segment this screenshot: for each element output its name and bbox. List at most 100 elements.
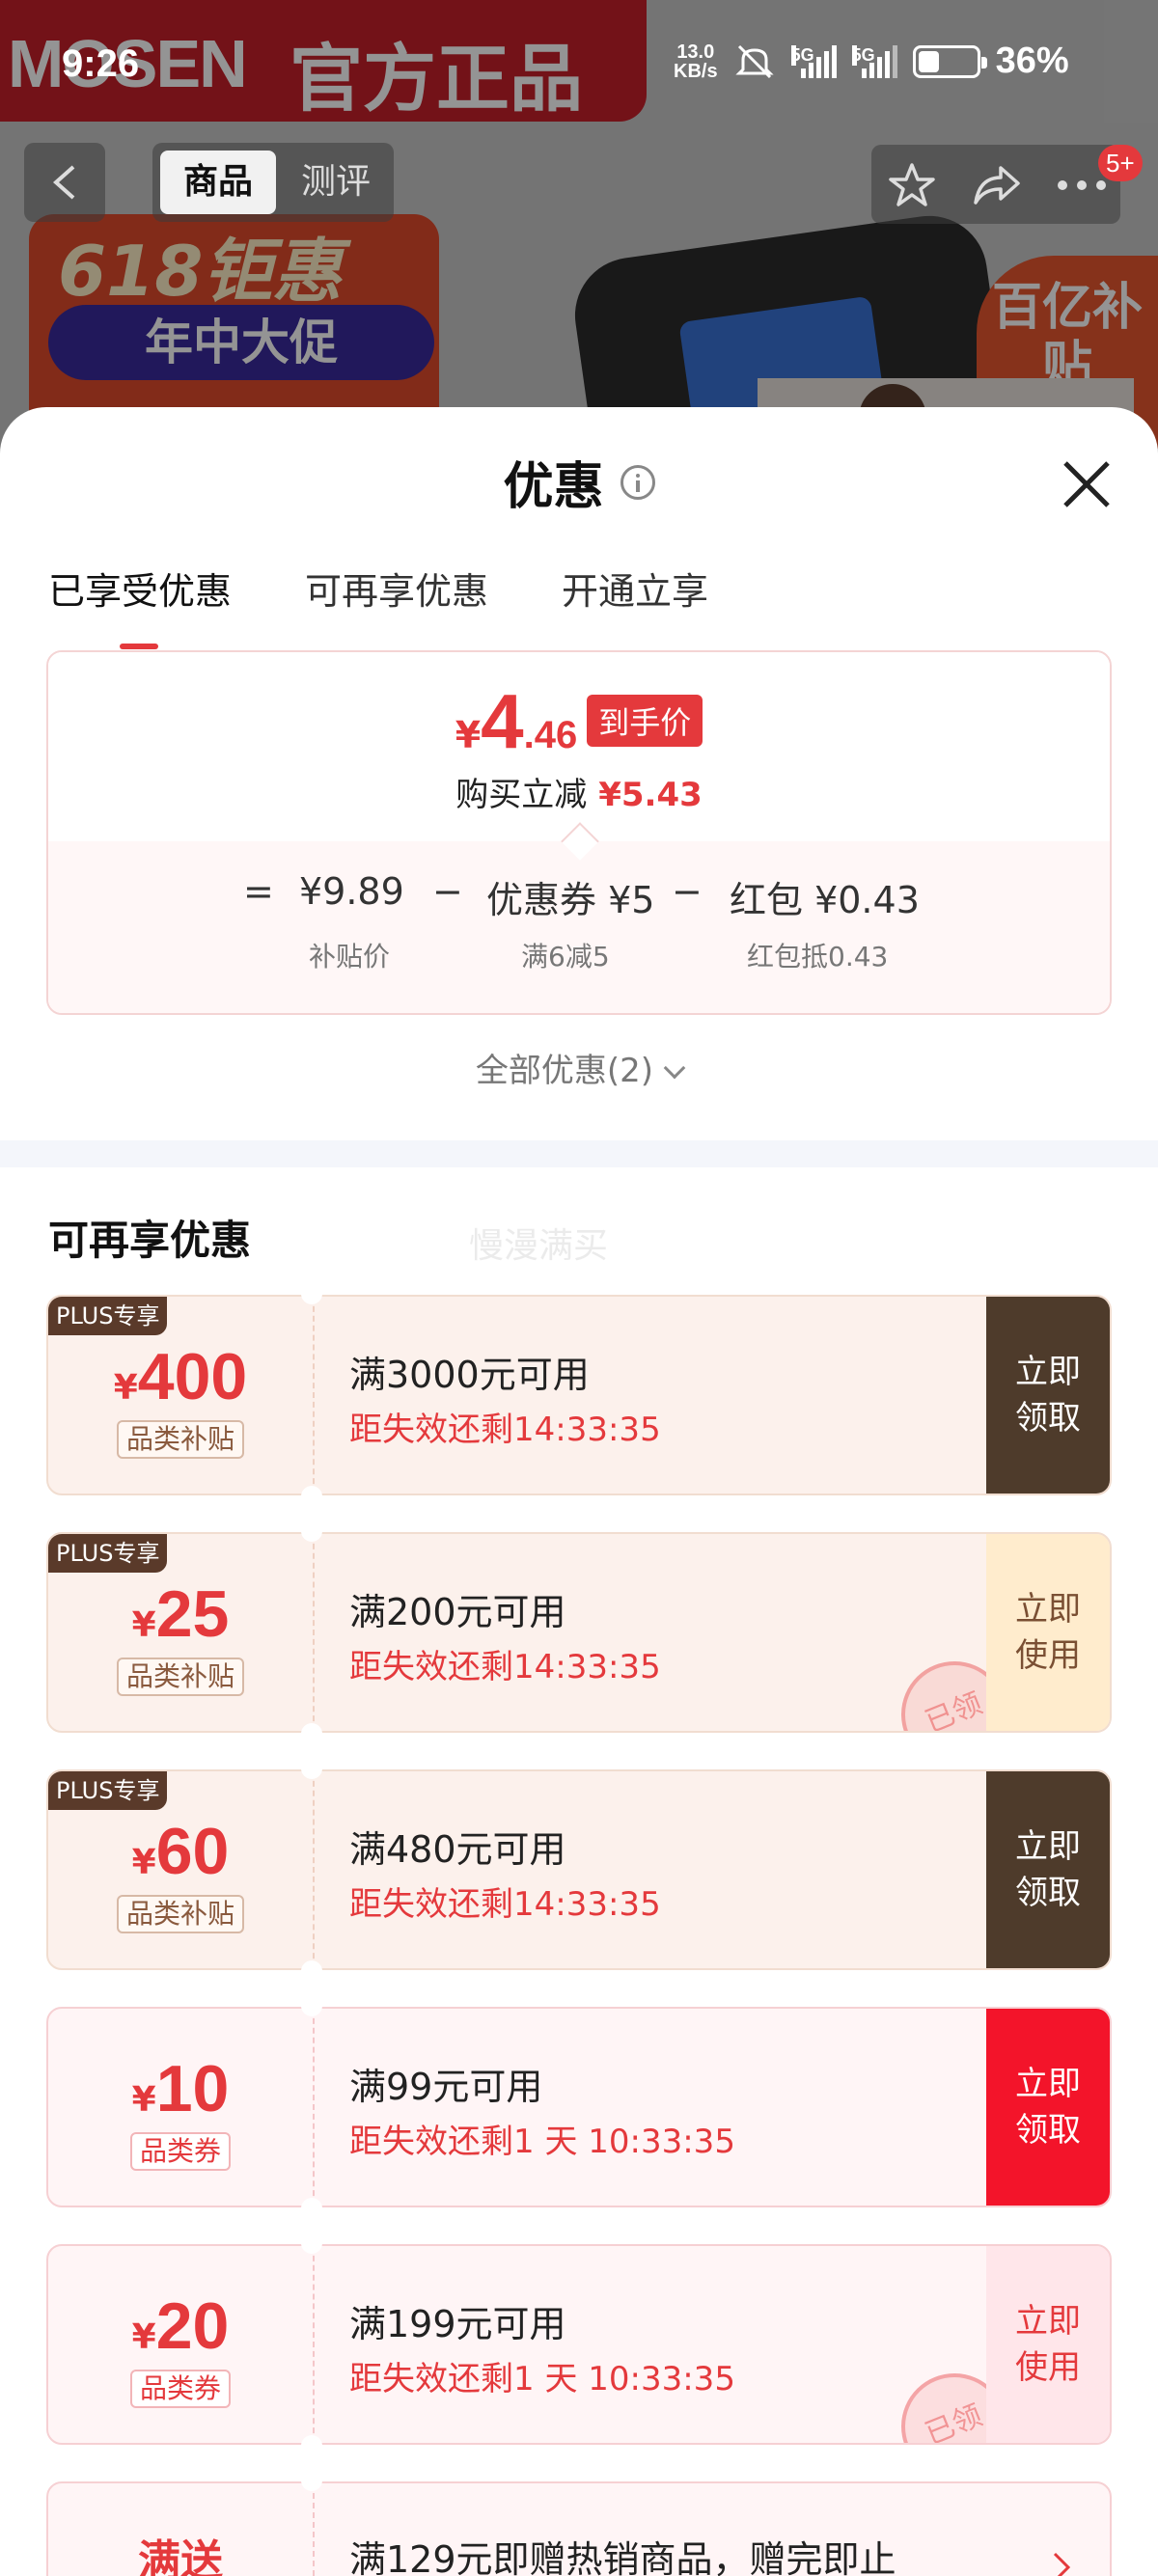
signal-sim2-icon: 5G (851, 44, 897, 78)
sim2-label: 5G (851, 44, 875, 66)
use-button-label: 立即 使用 (1015, 1590, 1081, 1675)
claim-button[interactable]: 立即 领取 (986, 1297, 1110, 1494)
perforation-notch (301, 1723, 322, 1744)
tab-reviews[interactable]: 测评 (288, 151, 384, 214)
message-badge: 5+ (1098, 145, 1143, 181)
coupon-type-label: 品类券 (129, 2132, 231, 2171)
coupon-type: 品类券 (48, 2132, 313, 2171)
claim-button-label: 立即 领取 (1015, 2065, 1081, 2150)
back-button[interactable] (24, 143, 105, 222)
gift-promo-title: 满送 (138, 2536, 223, 2576)
instant-discount-amount: ¥5.43 (598, 776, 703, 814)
star-icon[interactable] (887, 162, 937, 208)
coupon-type-label: 品类补贴 (116, 1420, 244, 1459)
coupon-amount: ¥400 (48, 1339, 313, 1414)
coupon-card: PLUS专享 ¥25 品类补贴 满200元可用 距失效还剩14:33:35 已领… (46, 1532, 1112, 1733)
claim-button-label: 立即 领取 (1015, 1353, 1081, 1438)
perforation-notch (301, 2470, 322, 2491)
gift-promo-card[interactable]: 满送 满129元即赠热销商品，赠完即止 (46, 2481, 1112, 2576)
redpacket-label: 红包抵0.43 (747, 941, 889, 973)
coupon-value: 25 (155, 1577, 230, 1651)
all-promos-toggle[interactable]: 全部优惠(2) (0, 1044, 1158, 1091)
sheet-title: 优惠 (503, 458, 604, 516)
perforation-notch (301, 1758, 322, 1779)
currency-symbol: ¥ (113, 1368, 138, 1408)
coupon-type-label: 品类补贴 (116, 1895, 244, 1933)
perforation-notch (301, 2233, 322, 2254)
coupon-perforation (313, 1771, 315, 1968)
battery-icon (912, 44, 987, 78)
coupon-perforation (313, 1297, 315, 1494)
coupon-condition: 满99元可用 (349, 2066, 543, 2108)
mute-icon (734, 44, 774, 78)
coupon-card: PLUS专享 ¥400 品类补贴 满3000元可用 距失效还剩14:33:35 … (46, 1295, 1112, 1495)
final-price-badge: 到手价 (587, 695, 703, 747)
coupon-expiry: 距失效还剩14:33:35 (349, 1885, 661, 1924)
tab-more-promos[interactable]: 可再享优惠 (305, 562, 488, 615)
coupon-condition: 满199元可用 (349, 2303, 566, 2345)
perforation-notch (301, 2198, 322, 2219)
minus-sign-2: − (672, 870, 703, 913)
claim-button[interactable]: 立即 领取 (986, 1771, 1110, 1968)
gift-promo-condition: 满129元即赠热销商品，赠完即止 (349, 2538, 896, 2576)
coupon-amount: ¥20 (48, 2288, 313, 2364)
signal-sim1-icon: 5G (790, 44, 837, 78)
minus-sign-1: − (432, 870, 463, 913)
coupon-card: ¥10 品类券 满99元可用 距失效还剩1 天 10:33:35 立即 领取 (46, 2007, 1112, 2207)
final-price: ¥4.46 到手价 (48, 677, 1110, 766)
coupon-value: 10 (155, 2052, 230, 2125)
coupon-value: 20 (155, 2289, 230, 2363)
coupon-expiry: 距失效还剩1 天 10:33:35 (349, 2360, 735, 2398)
equals-sign: = (243, 870, 274, 913)
coupon-type-label: 品类补贴 (116, 1658, 244, 1696)
perforation-notch (301, 1521, 322, 1542)
price-breakdown: = ¥9.89 − 优惠券 ¥5 − 红包 ¥0.43 补贴价 满6减5 红包抵… (48, 841, 1110, 1013)
status-bar: 9:26 13.0 KB/s 5G 5G 36% (0, 0, 1158, 131)
currency-symbol: ¥ (131, 1843, 156, 1882)
currency-symbol: ¥ (131, 1605, 156, 1645)
coupon-card: ¥20 品类券 满199元可用 距失效还剩1 天 10:33:35 已领 立即 … (46, 2244, 1112, 2445)
coupon-expiry: 距失效还剩1 天 10:33:35 (349, 2123, 735, 2161)
claim-button-label: 立即 领取 (1015, 1827, 1081, 1912)
instant-discount: 购买立减 ¥5.43 (48, 768, 1110, 815)
use-button[interactable]: 立即 使用 (986, 2246, 1110, 2443)
perforation-notch (301, 1283, 322, 1304)
coupon-perforation (313, 1534, 315, 1731)
network-speed-unit: KB/s (674, 60, 718, 82)
battery-percent: 36% (995, 41, 1069, 81)
coupon-expiry: 距失效还剩14:33:35 (349, 1411, 661, 1449)
currency-symbol: ¥ (131, 2317, 156, 2357)
subsidy-price-label: 补贴价 (309, 941, 391, 973)
promotions-sheet: 优惠 已享受优惠 可再享优惠 开通立享 ¥4.46 到手价 购买立减 ¥5.43 =… (0, 407, 1158, 2576)
perforation-notch (301, 1995, 322, 2016)
perforation-notch (301, 1486, 322, 1507)
coupon-rule-label: 满6减5 (521, 941, 610, 973)
coupon-card: PLUS专享 ¥60 品类补贴 满480元可用 距失效还剩14:33:35 立即… (46, 1769, 1112, 1970)
subsidy-price: ¥9.89 (299, 870, 404, 913)
coupon-type-label: 品类券 (129, 2370, 231, 2408)
coupon-condition: 满200元可用 (349, 1591, 566, 1633)
coupon-amount: ¥25 (48, 1576, 313, 1652)
close-icon[interactable] (1058, 455, 1116, 513)
chevron-right-icon (1053, 2552, 1071, 2576)
tab-activate-promos[interactable]: 开通立享 (562, 562, 708, 615)
currency-symbol: ¥ (131, 2080, 156, 2120)
sim1-label: 5G (790, 44, 814, 66)
sheet-header: 优惠 (0, 446, 1158, 518)
currency-symbol: ¥ (455, 714, 482, 756)
coupon-amount: ¥10 (48, 2051, 313, 2126)
coupon-value: 400 (137, 1340, 248, 1413)
claim-button[interactable]: 立即 领取 (986, 2009, 1110, 2206)
share-icon[interactable] (972, 162, 1022, 208)
status-time: 9:26 (62, 42, 140, 85)
coupon-condition: 满3000元可用 (349, 1354, 590, 1396)
info-icon[interactable] (620, 464, 655, 500)
page-tabs: 商品 测评 (152, 143, 394, 222)
tab-enjoyed-promos[interactable]: 已享受优惠 (48, 562, 232, 649)
use-button-label: 立即 使用 (1015, 2302, 1081, 2387)
final-price-integer: 4 (481, 678, 524, 764)
tab-product[interactable]: 商品 (160, 151, 276, 214)
coupon-value: 60 (155, 1815, 230, 1888)
perforation-notch (301, 2435, 322, 2456)
use-button[interactable]: 立即 使用 (986, 1534, 1110, 1731)
